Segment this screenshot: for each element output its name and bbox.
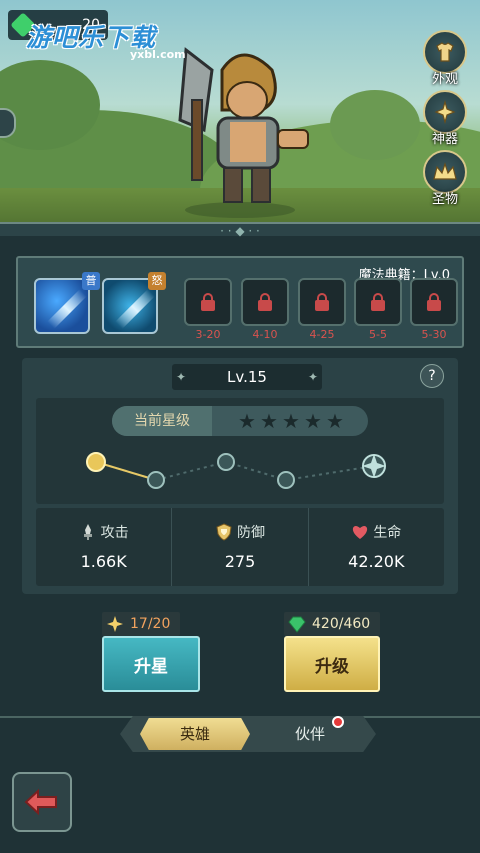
shield-icon	[216, 523, 232, 541]
stat-attack: 攻击 1.66K	[36, 508, 171, 586]
help-button[interactable]: ?	[420, 364, 444, 388]
side-label-artifact: 神器	[431, 132, 458, 147]
star-icon: ★	[304, 409, 322, 433]
star-cost-value: 17/20	[130, 616, 171, 632]
stat-value: 275	[224, 552, 256, 571]
stat-value: 42.20K	[348, 552, 405, 571]
stat-defense: 防御 275	[171, 508, 307, 586]
stat-value: 1.66K	[80, 552, 127, 571]
tree	[330, 90, 420, 160]
gem-cost-value: 420/460	[312, 616, 371, 632]
side-button-relic[interactable]: 圣物	[420, 150, 470, 210]
lock-icon	[370, 293, 386, 311]
star-track: 当前星级 ★ ★ ★ ★ ★	[36, 398, 444, 504]
lock-icon	[426, 293, 442, 311]
star-icon: ★	[282, 409, 300, 433]
locked-skill-slot[interactable]	[298, 278, 346, 326]
locked-slot-requirement: 3-20	[195, 328, 221, 341]
star-level-box: ✦ Lv.15 ✦ ? 当前星级 ★ ★ ★ ★ ★ 攻击 1.66K 防御 2…	[22, 358, 458, 594]
stat-label: 生命	[373, 525, 402, 541]
stat-label: 攻击	[100, 525, 129, 541]
tab-partner[interactable]: 伙伴	[260, 718, 360, 750]
star-up-button[interactable]: 升星	[102, 636, 200, 692]
side-label-costume: 外观	[431, 72, 458, 87]
gem-cost: 420/460	[284, 612, 381, 636]
hero-panel: · · ◆ · · 普 怒 魔法典籍：Lv.0 3-20 4-10 4-25 5…	[0, 222, 480, 853]
locked-skill-slot[interactable]	[410, 278, 458, 326]
green-gem-icon	[288, 616, 306, 633]
star-rank-pill: 当前星级 ★ ★ ★ ★ ★	[112, 406, 368, 436]
side-menu: 外观 神器 圣物	[420, 30, 470, 210]
locked-skill-slot[interactable]	[354, 278, 402, 326]
sparkle-icon: ✦	[307, 370, 318, 384]
stat-health: 生命 42.20K	[307, 508, 444, 586]
side-label-relic: 圣物	[431, 192, 458, 207]
star-icon: ★	[326, 409, 344, 433]
star-cost: 17/20	[102, 612, 181, 636]
stat-label: 防御	[236, 525, 265, 541]
back-button[interactable]	[12, 772, 72, 832]
sword-slash-icon	[47, 289, 87, 329]
level-label: Lv.15	[227, 368, 267, 386]
locked-skill-slot[interactable]	[184, 278, 232, 326]
skill-tag-rage: 怒	[148, 272, 166, 290]
locked-slot-requirement: 5-30	[421, 328, 447, 341]
tab-switcher: 英雄 伙伴	[120, 716, 376, 752]
back-arrow-icon	[24, 788, 57, 816]
panel-ornament: · · ◆ · ·	[220, 224, 260, 238]
lock-icon	[314, 293, 330, 311]
locked-slot-requirement: 5-5	[369, 328, 387, 341]
star-icon: ★	[238, 409, 256, 433]
tab-hero[interactable]: 英雄	[140, 718, 250, 750]
attack-icon	[83, 524, 92, 540]
star-shard-icon	[107, 616, 123, 632]
watermark-sub: yxbl.com	[130, 48, 186, 61]
locked-slot-requirement: 4-25	[309, 328, 335, 341]
skill-tag-normal: 普	[82, 272, 100, 290]
hero-scene: 20 游吧乐下载 yxbl.com 外观 神器 圣物	[0, 0, 480, 232]
stats-row: 攻击 1.66K 防御 275 生命 42.20K	[36, 508, 444, 586]
locked-skill-slot[interactable]	[241, 278, 289, 326]
lock-icon	[200, 293, 216, 311]
side-button-costume[interactable]: 外观	[420, 30, 470, 90]
star-icon: ★	[260, 409, 278, 433]
hero-character	[178, 47, 309, 218]
level-bar: ✦ Lv.15 ✦	[172, 364, 322, 390]
notification-dot	[332, 716, 344, 728]
heart-icon	[353, 526, 368, 539]
locked-slot-requirement: 4-10	[252, 328, 278, 341]
level-up-button[interactable]: 升级	[284, 636, 380, 692]
side-button-artifact[interactable]: 神器	[420, 90, 470, 150]
sparkle-icon: ✦	[176, 370, 187, 384]
lock-icon	[257, 293, 273, 311]
blade-icon	[115, 289, 155, 329]
skills-box: 普 怒 魔法典籍：Lv.0 3-20 4-10 4-25 5-5 5-30	[16, 256, 464, 348]
star-rank-label: 当前星级	[112, 406, 212, 436]
